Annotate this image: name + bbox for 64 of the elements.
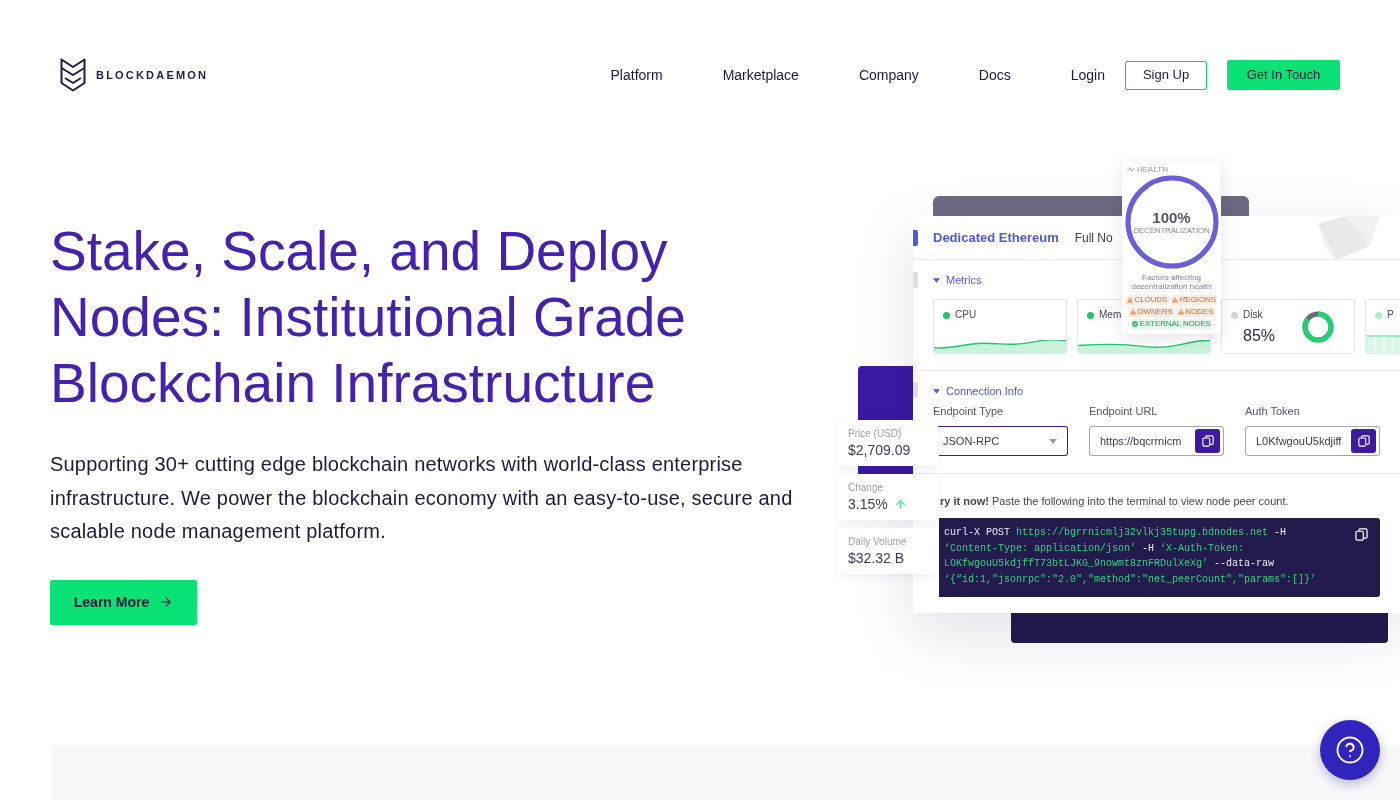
metric-label: CPU (955, 308, 977, 322)
instruction-text: ry it now! Paste the following into the terminal to view node peer count. (939, 494, 1290, 508)
copy-icon (1354, 527, 1368, 541)
check-circle-icon (1132, 321, 1139, 327)
side-tab-marker (913, 230, 918, 246)
nav-link[interactable]: Marketplace (722, 64, 799, 86)
code-snippet: curl-X POST https://bgrrnicmlj32vlkj35tupg.bdnodes.net -H ‘Content-Type: application/json’ -H ‘X-Auth-Token: LOKfwgouU5kdjffT73btLJKG_9nowmt8znFRDulXeXg’ --data-raw ‘{“id:1,"jsonrpc":"2.0","method":"net_peerCount","params":[]}’ (944, 526, 1317, 587)
metrics-toggle[interactable]: Metrics (933, 273, 982, 287)
metric-label: P (1387, 308, 1394, 322)
stat-value: $32.32 B (848, 549, 905, 568)
copy-button[interactable] (1354, 527, 1368, 541)
arrow-right-icon (159, 595, 174, 609)
logo-text: BLOCKDAEMON (96, 67, 209, 83)
side-tab-marker (913, 382, 918, 398)
contact-button[interactable]: Get In Touch (1227, 60, 1340, 90)
nav-link[interactable]: Platform (610, 64, 663, 86)
caret-down-icon (1049, 438, 1057, 444)
warning-icon (1127, 297, 1133, 303)
stat-value: $2,709.09 (848, 441, 911, 460)
side-tab-marker (913, 272, 918, 288)
stat-value: 3.15% (848, 495, 888, 514)
logo-icon (60, 58, 86, 92)
warning-tag: NODES (1176, 307, 1215, 317)
hero-heading: Stake, Scale, and Deploy Nodes: Institutional Grade Blockchain Infrastructure (50, 219, 687, 416)
warning-icon (1172, 297, 1179, 303)
field-label: Endpoint Type (933, 404, 1005, 418)
sign-up-button[interactable]: Sign Up (1125, 60, 1207, 90)
warning-tag: OWNERS (1128, 307, 1175, 317)
warning-tag: CLOUDS (1125, 295, 1169, 305)
copy-button[interactable] (1195, 429, 1220, 453)
field-label: Endpoint URL (1089, 404, 1159, 418)
stat-label: Daily Volume (848, 536, 908, 548)
endpoint-type-select[interactable]: JSON-RPC (939, 426, 1068, 456)
pulse-icon (1127, 167, 1135, 172)
metric-value: 85% (1243, 326, 1276, 346)
warning-icon (1177, 309, 1184, 315)
stat-label: Change (848, 482, 885, 494)
help-button[interactable] (1320, 720, 1380, 780)
stat-label: Price (USD) (848, 428, 903, 440)
copy-icon (1357, 435, 1370, 447)
copy-button[interactable] (1351, 429, 1376, 453)
nav-link[interactable]: Docs (978, 64, 1011, 86)
learn-more-button[interactable]: Learn More (50, 579, 197, 625)
help-icon (1335, 735, 1365, 765)
health-label: HEALTH (1137, 165, 1168, 174)
warning-icon (1129, 309, 1136, 315)
metric-label: Disk (1243, 308, 1263, 322)
factors-text: Factors affecting decentralization health (1130, 273, 1213, 291)
text-field[interactable]: https://bqcrrnicm (1089, 426, 1224, 456)
text-field[interactable]: L0KfwgouU5kdjiff (1245, 426, 1380, 456)
nav-link[interactable]: Company (858, 64, 919, 86)
metric-label: Mem (1099, 308, 1122, 322)
copy-icon (1201, 435, 1214, 447)
nav-link[interactable]: Login (1070, 64, 1105, 86)
status-tag: EXTERNAL NODES (1130, 319, 1213, 329)
health-caption: DECENTRALIZATION (1133, 226, 1210, 235)
connection-toggle[interactable]: Connection Info (933, 384, 1024, 398)
hero-description: Supporting 30+ cutting edge blockchain networks with world-class enterprise infrastructure. We power the blockchain economy with an easy-to-use, secure and scalable node management platform. (50, 452, 794, 544)
node-title: Dedicated Ethereum (933, 228, 1059, 247)
field-label: Auth Token (1245, 404, 1301, 418)
health-value: 100% (1152, 209, 1191, 226)
usage-ring (1302, 310, 1334, 343)
node-type: Full No (1074, 229, 1113, 247)
warning-tag: REGIONS (1170, 295, 1218, 305)
